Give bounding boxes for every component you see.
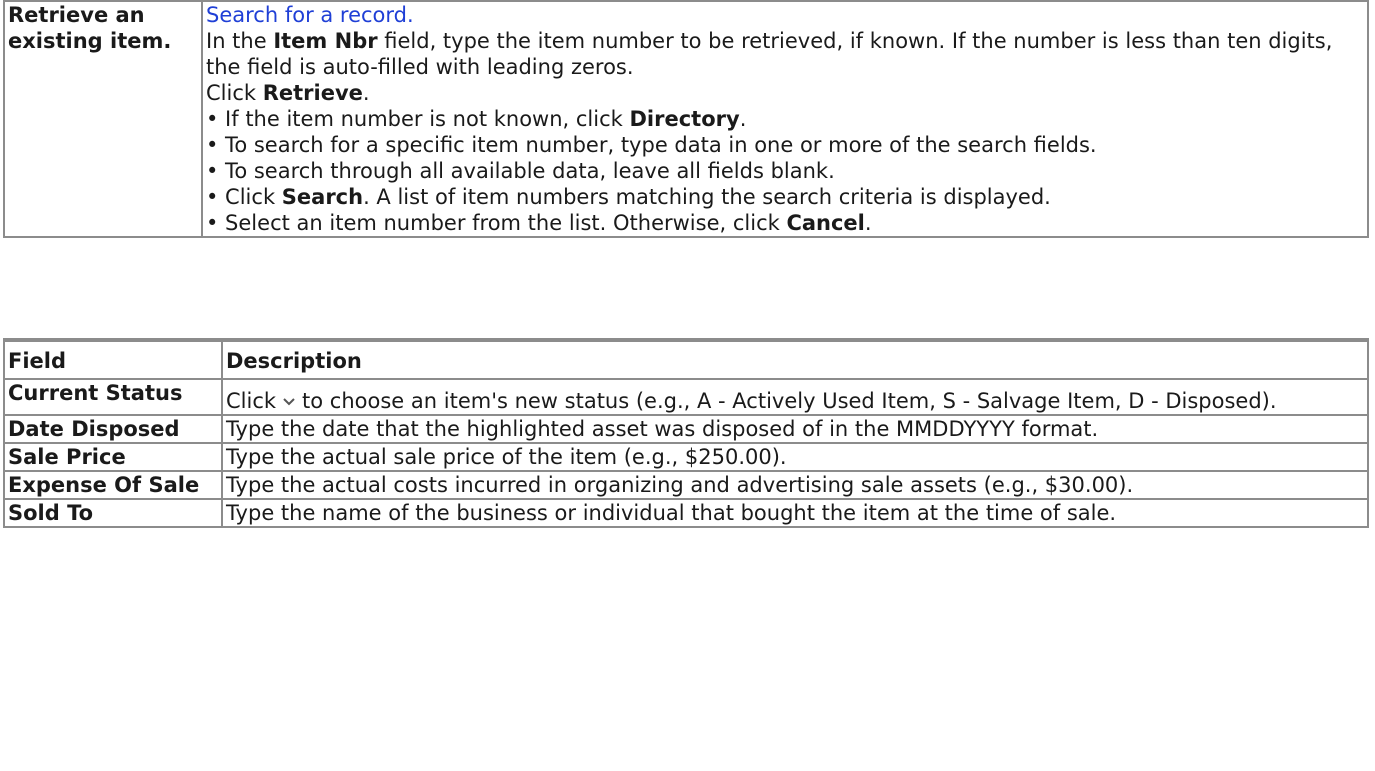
field-name: Current Status [3,378,223,416]
fields-table-header: Field Description [3,338,1369,380]
item-nbr-instruction: In the Item Nbr field, type the item num… [206,29,1333,79]
table-row: Current Status Click to choose an item's … [3,378,1369,416]
field-name: Date Disposed [3,414,223,444]
field-description: Type the actual sale price of the item (… [221,442,1369,472]
field-name: Expense Of Sale [3,470,223,500]
table-row: Sale Price Type the actual sale price of… [3,442,1369,472]
search-bullet: • Click Search. A list of item numbers m… [206,185,1051,209]
field-description: Click to choose an item's new status (e.g… [221,378,1369,416]
directory-bullet: • If the item number is not known, click… [206,107,747,131]
field-name: Sold To [3,498,223,528]
table-row: Date Disposed Type the date that the hig… [3,414,1369,444]
field-description: Type the name of the business or individ… [221,498,1369,528]
field-description: Type the actual costs incurred in organi… [221,470,1369,500]
field-description: Type the date that the highlighted asset… [221,414,1369,444]
search-record-link[interactable]: Search for a record. [206,3,414,27]
retrieve-instructions: Search for a record. In the Item Nbr fie… [201,0,1369,238]
header-description: Description [221,338,1369,380]
blank-search-bullet: • To search through all available data, … [206,159,835,183]
table-row: Sold To Type the name of the business or… [3,498,1369,528]
retrieve-label: Retrieve an existing item. [3,0,203,238]
retrieve-instruction: Click Retrieve. [206,81,370,105]
chevron-down-icon [282,395,296,409]
retrieve-table: Retrieve an existing item. Search for a … [3,0,1369,238]
table-row: Expense Of Sale Type the actual costs in… [3,470,1369,500]
select-bullet: • Select an item number from the list. O… [206,211,872,235]
header-field: Field [3,338,223,380]
fields-table: Field Description Current Status Click to… [3,338,1369,528]
specific-search-bullet: • To search for a specific item number, … [206,133,1097,157]
field-name: Sale Price [3,442,223,472]
